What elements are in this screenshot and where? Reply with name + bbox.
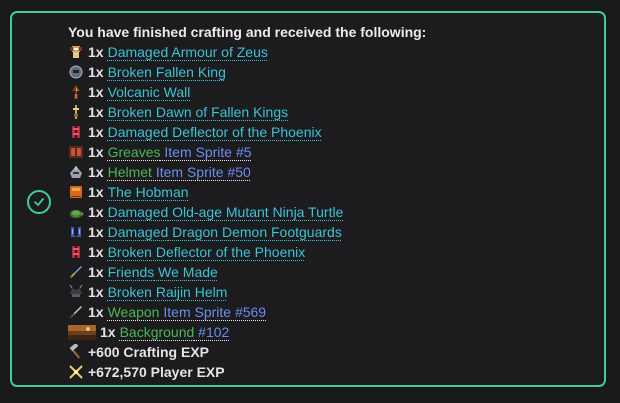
list-item: 1x Greaves Item Sprite #5	[68, 142, 596, 162]
item-link[interactable]: Damaged Deflector of the Phoenix	[108, 122, 322, 142]
crafting-result-panel: You have finished crafting and received …	[10, 11, 606, 387]
item-quantity: 1x	[88, 144, 104, 160]
player-exp: +672,570 Player EXP	[88, 364, 225, 380]
item-link[interactable]: Damaged Old-age Mutant Ninja Turtle	[108, 202, 344, 222]
list-item: 1x Volcanic Wall	[68, 82, 596, 102]
hammer-icon	[68, 344, 84, 360]
list-item: 1x Damaged Armour of Zeus	[68, 42, 596, 62]
list-item: 1x Weapon Item Sprite #569	[68, 302, 596, 322]
raijin-helm-icon	[68, 284, 84, 300]
crafting-exp: +600 Crafting EXP	[88, 344, 209, 360]
item-link[interactable]: Broken Raijin Helm	[108, 282, 228, 302]
result-title: You have finished crafting and received …	[68, 24, 427, 40]
list-item: 1x Damaged Deflector of the Phoenix	[68, 122, 596, 142]
list-item: 1x Broken Fallen King	[68, 62, 596, 82]
result-content: You have finished crafting and received …	[68, 22, 596, 382]
item-quantity: 1x	[88, 204, 104, 220]
background-thumbnail-icon	[68, 324, 96, 340]
item-link[interactable]: Greaves Item Sprite #5	[108, 142, 252, 162]
item-quantity: 1x	[88, 104, 104, 120]
sword-icon	[68, 264, 84, 280]
item-link[interactable]: Broken Deflector of the Phoenix	[108, 242, 306, 262]
item-link[interactable]: The Hobman	[108, 182, 189, 202]
item-link[interactable]: Weapon Item Sprite #569	[108, 302, 267, 322]
item-link[interactable]: Damaged Dragon Demon Footguards	[108, 222, 342, 242]
crafting-exp-row: +600 Crafting EXP	[68, 342, 596, 362]
list-item: 1x The Hobman	[68, 182, 596, 202]
item-link[interactable]: Friends We Made	[108, 262, 218, 282]
item-quantity: 1x	[88, 84, 104, 100]
item-link[interactable]: Broken Dawn of Fallen Kings	[108, 102, 289, 122]
turtle-icon	[68, 204, 84, 220]
list-item: 1x Damaged Old-age Mutant Ninja Turtle	[68, 202, 596, 222]
item-link[interactable]: Broken Fallen King	[108, 62, 226, 82]
item-quantity: 1x	[88, 44, 104, 60]
greaves-icon	[68, 144, 84, 160]
list-item: 1x Damaged Dragon Demon Footguards	[68, 222, 596, 242]
item-quantity: 1x	[88, 284, 104, 300]
list-item: 1x Broken Dawn of Fallen Kings	[68, 102, 596, 122]
list-item: 1x Friends We Made	[68, 262, 596, 282]
item-quantity: 1x	[100, 324, 116, 340]
list-item: 1x Broken Deflector of the Phoenix	[68, 242, 596, 262]
list-item: 1x Broken Raijin Helm	[68, 282, 596, 302]
footguards-icon	[68, 224, 84, 240]
item-link[interactable]: Damaged Armour of Zeus	[108, 42, 268, 62]
armour-icon	[68, 44, 84, 60]
list-item: 1x Helmet Item Sprite #50	[68, 162, 596, 182]
item-quantity: 1x	[88, 184, 104, 200]
item-quantity: 1x	[88, 64, 104, 80]
item-link[interactable]: Volcanic Wall	[108, 82, 191, 102]
check-circle-icon	[27, 190, 51, 214]
volcanic-wall-icon	[68, 84, 84, 100]
dawn-icon	[68, 104, 84, 120]
crossed-swords-icon	[68, 364, 84, 380]
deflector-icon	[68, 124, 84, 140]
deflector-icon	[68, 244, 84, 260]
item-quantity: 1x	[88, 164, 104, 180]
item-quantity: 1x	[88, 124, 104, 140]
item-quantity: 1x	[88, 244, 104, 260]
item-link[interactable]: Background #102	[120, 322, 230, 342]
item-quantity: 1x	[88, 304, 104, 320]
weapon-sword-icon	[68, 304, 84, 320]
item-quantity: 1x	[88, 264, 104, 280]
player-exp-row: +672,570 Player EXP	[68, 362, 596, 382]
list-item: 1x Background #102	[68, 322, 596, 342]
item-quantity: 1x	[88, 224, 104, 240]
helmet-icon	[68, 164, 84, 180]
helm-icon	[68, 64, 84, 80]
item-link[interactable]: Helmet Item Sprite #50	[108, 162, 251, 182]
book-icon	[68, 184, 84, 200]
